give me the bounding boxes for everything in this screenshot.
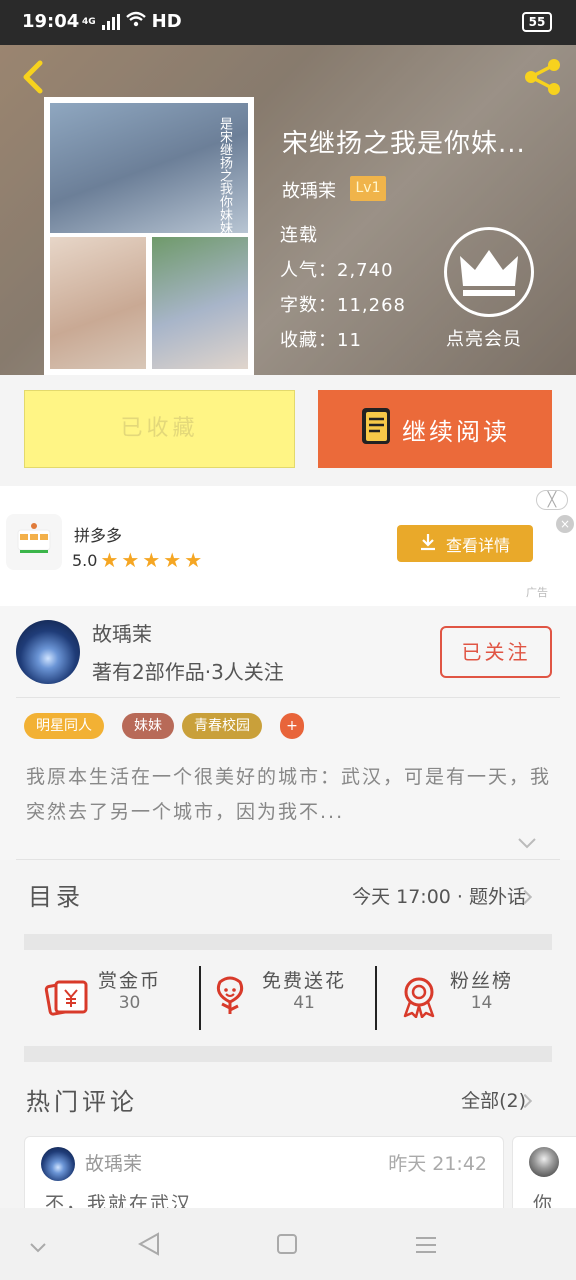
avatar[interactable] (529, 1147, 559, 1177)
system-nav-bar (0, 1208, 576, 1280)
wifi-icon (125, 11, 146, 32)
ad-rating: 5.0 ★ ★ ★ ★ ★ (72, 548, 202, 572)
book-word-count: 字数：11,268 (280, 295, 406, 316)
hot-comments-label: 热门评论 (26, 1088, 138, 1116)
cellular-label: 4G (82, 16, 96, 27)
status-bar: 19:04 4G HD 55 (0, 0, 576, 45)
tag-chip[interactable]: 青春校园 (182, 713, 262, 739)
divider (16, 859, 560, 860)
red-envelope-icon[interactable] (44, 976, 90, 1022)
home-nav-icon[interactable] (277, 1234, 297, 1254)
star-icon: ★ (121, 548, 140, 572)
section-band (24, 934, 552, 950)
fan-ranking-count: 14 (470, 993, 493, 1013)
reward-coin[interactable]: 赏金币 30 (98, 966, 161, 1030)
battery-icon: 55 (522, 12, 552, 32)
star-icon: ★ (184, 548, 203, 572)
divider (375, 966, 377, 1030)
favorited-button[interactable]: 已收藏 (24, 390, 295, 468)
hd-label: HD (151, 11, 182, 32)
ad-tag: 广告 (526, 586, 548, 599)
star-icon: ★ (163, 548, 182, 572)
hide-nav-chevron-icon[interactable] (30, 1238, 46, 1257)
ad-close-button[interactable]: ╳ (536, 490, 568, 510)
menu-nav-icon[interactable] (416, 1236, 436, 1258)
comment-time: 昨天 21:42 (388, 1153, 487, 1175)
book-status: 连载 (280, 225, 318, 246)
vip-crown-icon[interactable] (444, 227, 534, 317)
fan-ranking-label: 粉丝榜 (450, 970, 514, 992)
author-name[interactable]: 故瑀茉 (92, 618, 152, 647)
reward-flower[interactable]: 免费送花 41 (262, 966, 346, 1030)
star-icon: ★ (142, 548, 161, 572)
signal-icon (101, 13, 120, 30)
comment-user[interactable]: 故瑀茉 (85, 1149, 142, 1176)
expand-chevron-icon[interactable] (518, 834, 536, 853)
avatar[interactable] (41, 1147, 75, 1181)
toc-latest-chapter[interactable]: 今天 17:00 · 题外话 (352, 882, 526, 909)
star-icon: ★ (100, 548, 119, 572)
book-favorites: 收藏：11 (280, 330, 362, 351)
ad-app-name: 拼多多 (74, 526, 123, 545)
medal-icon[interactable] (400, 976, 438, 1022)
avatar[interactable] (16, 620, 80, 684)
status-time: 19:04 (22, 11, 80, 32)
back-icon[interactable] (16, 60, 50, 94)
network-indicator: 4G HD (82, 11, 182, 32)
vip-label[interactable]: 点亮会员 (446, 325, 522, 351)
reward-coin-label: 赏金币 (98, 970, 162, 992)
cover-photo (50, 237, 146, 369)
section-band (24, 1046, 552, 1062)
flower-icon[interactable] (212, 976, 248, 1020)
ad-dismiss-icon[interactable]: × (556, 515, 574, 533)
share-icon[interactable] (522, 57, 564, 97)
ad-details-label: 查看详情 (445, 535, 510, 555)
book-header: 是宋继扬之我你妹妹？ 宋继扬之我是你妹... 故瑀茉 Lv1 连载 人气：2,7… (0, 45, 576, 375)
cover-text: 是宋继扬之我你妹妹？ (217, 117, 232, 247)
tag-chip[interactable]: 明星同人 (24, 713, 104, 739)
fan-ranking[interactable]: 粉丝榜 14 (450, 966, 513, 1030)
book-popularity: 人气：2,740 (280, 260, 394, 281)
all-comments-link[interactable]: 全部(2) (461, 1086, 526, 1113)
follow-button[interactable]: 已关注 (440, 626, 552, 678)
continue-reading-label: 继续阅读 (402, 417, 510, 446)
ad-rating-value: 5.0 (72, 550, 98, 570)
author-info: 著有2部作品·3人关注 (92, 660, 284, 684)
cover-photo (152, 237, 248, 369)
download-icon (420, 533, 436, 555)
book-icon (360, 406, 392, 452)
reward-coin-count: 30 (118, 993, 141, 1013)
add-tag-button[interactable]: + (280, 713, 304, 739)
reward-flower-count: 41 (293, 993, 315, 1013)
ad-details-button[interactable]: 查看详情 (397, 525, 533, 562)
ad-app-icon (6, 514, 62, 570)
back-nav-icon[interactable] (137, 1232, 160, 1260)
tag-chip[interactable]: 妹妹 (122, 713, 174, 739)
book-cover[interactable]: 是宋继扬之我你妹妹？ (44, 97, 254, 375)
synopsis[interactable]: 我原本生活在一个很美好的城市：武汉，可是有一天，我突然去了另一个城市，因为我不.… (26, 760, 556, 830)
continue-reading-button[interactable]: 继续阅读 (318, 390, 552, 468)
book-author[interactable]: 故瑀茉 (282, 177, 336, 203)
divider (16, 697, 560, 698)
level-badge: Lv1 (350, 176, 386, 201)
toc-label[interactable]: 目录 (28, 877, 84, 912)
divider (199, 966, 201, 1030)
book-title: 宋继扬之我是你妹... (282, 129, 526, 159)
reward-flower-label: 免费送花 (262, 970, 347, 992)
